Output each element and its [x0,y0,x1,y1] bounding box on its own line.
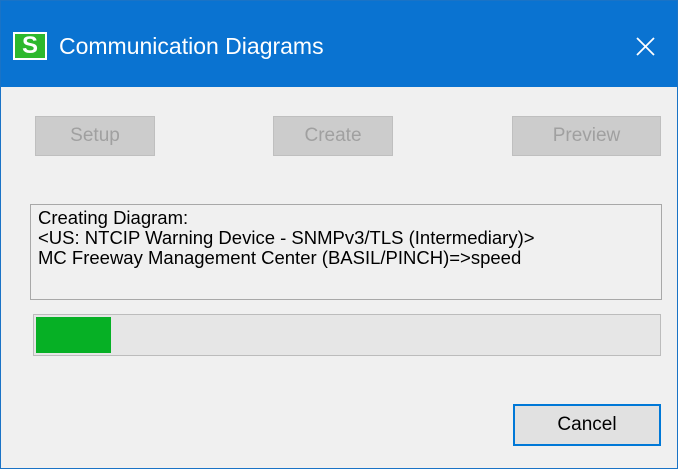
preview-button[interactable]: Preview [512,116,661,156]
app-s-icon: S [13,32,47,60]
status-line-2: <US: NTCIP Warning Device - SNMPv3/TLS (… [38,227,535,248]
progress-fill [36,317,111,353]
progress-bar [33,314,661,356]
setup-button[interactable]: Setup [35,116,155,156]
cancel-button[interactable]: Cancel [513,404,661,446]
window-title: Communication Diagrams [59,33,324,59]
dialog-window: S Communication Diagrams Setup Create Pr… [0,0,678,469]
create-button[interactable]: Create [273,116,393,156]
close-button[interactable] [625,29,665,65]
status-text-box: Creating Diagram: <US: NTCIP Warning Dev… [30,204,662,300]
dialog-body: Setup Create Preview Creating Diagram: <… [1,87,677,468]
status-line-3: MC Freeway Management Center (BASIL/PINC… [38,247,522,268]
title-bar[interactable]: S Communication Diagrams [1,1,677,87]
close-icon [636,37,655,56]
status-line-1: Creating Diagram: [38,207,189,228]
